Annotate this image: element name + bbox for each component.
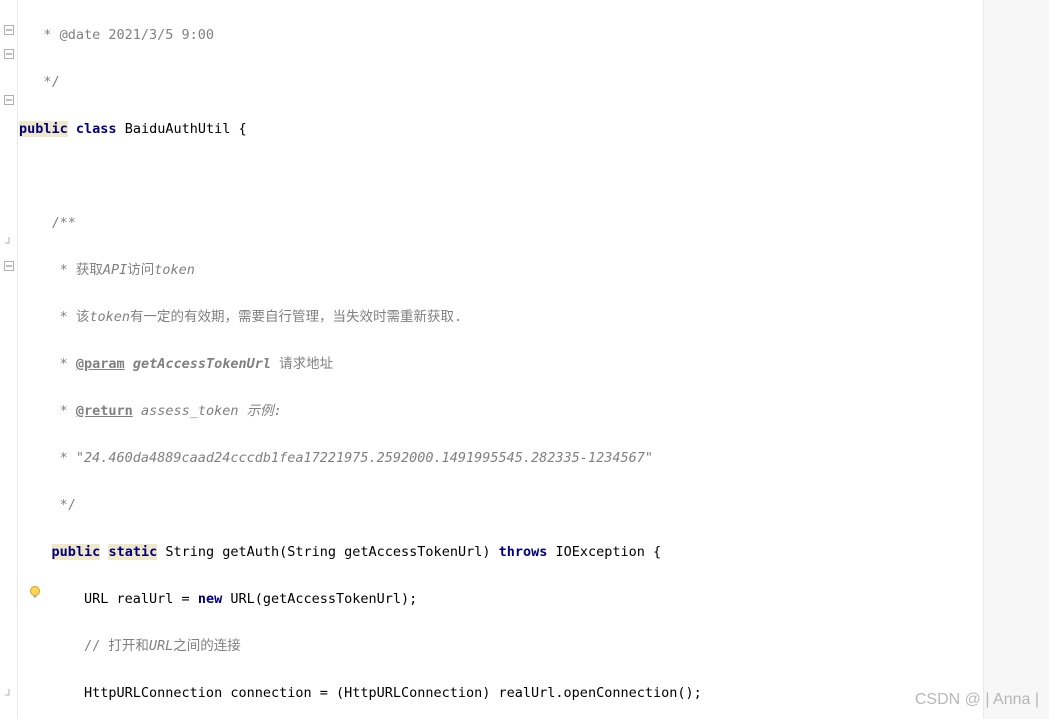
javadoc: API (103, 262, 127, 278)
code-text: String getAuth(String getAccessTokenUrl) (157, 544, 498, 560)
javadoc: */ (19, 497, 76, 513)
code-text (19, 638, 84, 654)
code-text: BaiduAuthUtil { (117, 121, 247, 137)
javadoc: * (19, 403, 76, 419)
javadoc: assess_token 示例: (133, 403, 282, 419)
comment: // 打开和 (84, 638, 149, 654)
javadoc: token (154, 262, 195, 278)
keyword: public (19, 121, 68, 137)
code-text (19, 544, 52, 560)
code-text: * @date 2021/3/5 9:00 (19, 27, 214, 43)
fold-collapse-icon[interactable] (3, 260, 15, 272)
keyword: static (108, 544, 157, 560)
javadoc: * 该 (19, 309, 89, 325)
fold-collapse-icon[interactable] (3, 48, 15, 60)
keyword: throws (499, 544, 548, 560)
comment: 之间的连接 (173, 638, 241, 654)
javadoc: token (89, 309, 130, 325)
keyword: public (52, 544, 101, 560)
code-text: HttpURLConnection connection = (HttpURLC… (19, 685, 702, 701)
code-editor[interactable]: * @date 2021/3/5 9:00 */ public class Ba… (19, 0, 983, 719)
code-text: IOException { (547, 544, 661, 560)
javadoc: * "24.460da4889caad24cccdb1fea17221975.2… (19, 450, 653, 466)
fold-end-icon[interactable] (3, 236, 15, 248)
javadoc: /** (19, 215, 76, 231)
javadoc: 访问 (127, 262, 154, 278)
javadoc-tag: @param (76, 356, 125, 372)
code-text: URL(getAccessTokenUrl); (222, 591, 417, 607)
javadoc: 请求地址 (271, 356, 333, 372)
intention-bulb-icon[interactable] (28, 585, 42, 599)
fold-collapse-icon[interactable] (3, 94, 15, 106)
javadoc-param: getAccessTokenUrl (125, 356, 271, 372)
fold-collapse-icon[interactable] (3, 24, 15, 36)
keyword: class (68, 121, 117, 137)
javadoc: * (19, 356, 76, 372)
scrollbar[interactable] (983, 0, 1049, 719)
editor-gutter (0, 0, 18, 719)
keyword: new (198, 591, 222, 607)
javadoc: * 获取 (19, 262, 103, 278)
javadoc-tag: @return (76, 403, 133, 419)
comment: URL (149, 638, 173, 654)
code-text: URL realUrl = (19, 591, 198, 607)
code-text: */ (19, 74, 60, 90)
fold-end-icon[interactable] (3, 688, 15, 700)
javadoc: 有一定的有效期，需要自行管理，当失效时需重新获取. (130, 309, 462, 325)
